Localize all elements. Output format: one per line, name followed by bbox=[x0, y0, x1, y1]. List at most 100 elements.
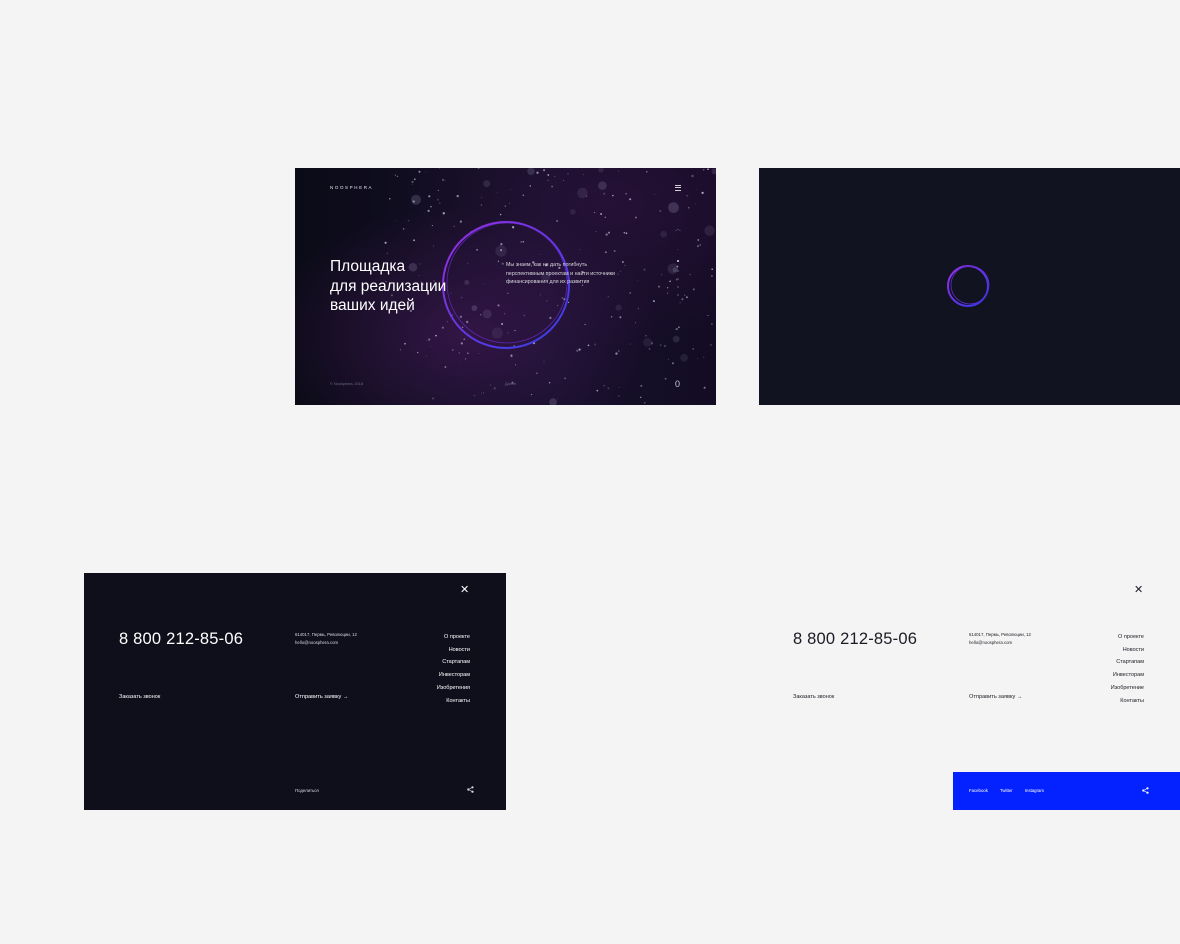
particle bbox=[686, 296, 688, 299]
close-icon[interactable]: ✕ bbox=[460, 585, 469, 596]
particle bbox=[604, 216, 606, 218]
close-icon[interactable]: ✕ bbox=[1134, 585, 1143, 596]
particle bbox=[577, 187, 588, 199]
particle bbox=[425, 355, 427, 357]
particle bbox=[648, 347, 651, 350]
callback-link[interactable]: Заказать звонок bbox=[793, 694, 834, 700]
phone-number[interactable]: 8 800 212-85-06 bbox=[119, 630, 243, 649]
particle bbox=[578, 348, 581, 351]
nav-item-news[interactable]: Новости bbox=[1111, 644, 1144, 657]
email-link[interactable]: hello@noosphera.com bbox=[969, 639, 1031, 647]
particle bbox=[661, 274, 663, 276]
particle bbox=[551, 185, 553, 188]
particle bbox=[510, 355, 513, 358]
particle bbox=[536, 372, 538, 374]
send-request-button[interactable]: Отправить заявку → bbox=[969, 694, 1022, 700]
hero-screen: NOOSPHERA ︿ Площадка для реализации ваши… bbox=[295, 168, 716, 405]
particle bbox=[594, 343, 597, 346]
slide-dot[interactable] bbox=[677, 286, 679, 288]
nav-item-about[interactable]: О проекте bbox=[437, 631, 470, 644]
social-link-instagram[interactable]: Instagram bbox=[1025, 788, 1044, 793]
social-links: Facebook Twitter Instagram bbox=[969, 788, 1055, 793]
slide-dot[interactable] bbox=[677, 270, 679, 272]
particle bbox=[437, 189, 439, 192]
particle bbox=[615, 352, 618, 355]
particle bbox=[686, 194, 689, 197]
particle bbox=[692, 348, 694, 350]
logo[interactable]: NOOSPHERA bbox=[330, 185, 373, 190]
chevron-up-icon[interactable]: ︿ bbox=[675, 224, 681, 233]
nav-item-contacts[interactable]: Контакты bbox=[1111, 695, 1144, 708]
particle bbox=[477, 168, 480, 169]
particle bbox=[413, 239, 415, 242]
nav-item-investors[interactable]: Инвесторам bbox=[437, 669, 470, 682]
particle bbox=[696, 357, 698, 359]
nav-item-investors[interactable]: Инвесторам bbox=[1111, 669, 1144, 682]
arrow-right-icon: → bbox=[342, 694, 349, 700]
arrow-right-icon: → bbox=[1016, 694, 1023, 700]
particle bbox=[579, 249, 581, 251]
particle bbox=[543, 361, 545, 362]
particle bbox=[634, 322, 636, 324]
share-icon[interactable] bbox=[1142, 787, 1149, 794]
particle bbox=[426, 340, 428, 342]
particle bbox=[530, 393, 533, 396]
particle bbox=[389, 198, 391, 200]
particle bbox=[444, 179, 446, 181]
particle bbox=[547, 174, 550, 176]
headline-line: ваших идей bbox=[330, 297, 415, 314]
callback-link[interactable]: Заказать звонок bbox=[119, 694, 160, 700]
slide-dot[interactable] bbox=[677, 278, 679, 280]
particle bbox=[603, 385, 605, 387]
menu-dark: ✕ 8 800 212-85-06 614017, Пермь, Революц… bbox=[84, 573, 506, 810]
main-nav: О проекте Новости Стартапам Инвесторам И… bbox=[437, 631, 470, 707]
nav-item-about[interactable]: О проекте bbox=[1111, 631, 1144, 644]
particle bbox=[680, 353, 688, 362]
burger-menu-icon[interactable] bbox=[675, 185, 681, 192]
social-link-facebook[interactable]: Facebook bbox=[969, 788, 988, 793]
headline-line: для реализации bbox=[330, 277, 447, 295]
particle bbox=[481, 196, 483, 198]
particle bbox=[432, 397, 435, 400]
particle bbox=[464, 358, 467, 360]
particle bbox=[428, 195, 431, 198]
particle bbox=[594, 212, 596, 214]
loading-ring-icon bbox=[947, 265, 990, 307]
particle bbox=[442, 212, 445, 215]
particle bbox=[413, 178, 416, 181]
particle bbox=[660, 230, 667, 238]
nav-item-inventions[interactable]: Изобретения bbox=[437, 682, 470, 695]
share-icon[interactable] bbox=[467, 786, 474, 793]
nav-item-inventions[interactable]: Изобретение bbox=[1111, 682, 1144, 695]
nav-item-startups[interactable]: Стартапам bbox=[1111, 656, 1144, 669]
particle bbox=[430, 206, 432, 208]
particle bbox=[603, 192, 606, 195]
contact-info: 614017, Пермь, Революции, 12 hello@noosp… bbox=[969, 631, 1031, 647]
nav-item-startups[interactable]: Стартапам bbox=[437, 656, 470, 669]
email-link[interactable]: hello@noosphera.com bbox=[295, 639, 357, 647]
particle bbox=[669, 280, 671, 283]
particle bbox=[709, 343, 712, 346]
slide-dot[interactable] bbox=[677, 294, 679, 296]
particle bbox=[411, 194, 421, 205]
particle bbox=[617, 170, 619, 172]
particle bbox=[493, 387, 496, 390]
particle bbox=[670, 270, 671, 271]
particle bbox=[605, 233, 608, 236]
particle bbox=[605, 251, 607, 253]
scroll-hint[interactable]: Далее bbox=[505, 382, 516, 386]
social-link-twitter[interactable]: Twitter bbox=[1000, 788, 1013, 793]
nav-item-news[interactable]: Новости bbox=[437, 644, 470, 657]
particle bbox=[596, 389, 599, 392]
phone-number[interactable]: 8 800 212-85-06 bbox=[793, 630, 917, 649]
particle bbox=[703, 386, 706, 389]
particle bbox=[607, 296, 609, 298]
slide-dot[interactable] bbox=[677, 260, 679, 262]
share-label[interactable]: Поделиться bbox=[295, 788, 319, 793]
particle bbox=[711, 168, 716, 175]
nav-item-contacts[interactable]: Контакты bbox=[437, 695, 470, 708]
send-request-label: Отправить заявку bbox=[969, 694, 1016, 700]
particle bbox=[584, 323, 586, 326]
send-request-button[interactable]: Отправить заявку → bbox=[295, 694, 348, 700]
particle bbox=[607, 231, 611, 234]
